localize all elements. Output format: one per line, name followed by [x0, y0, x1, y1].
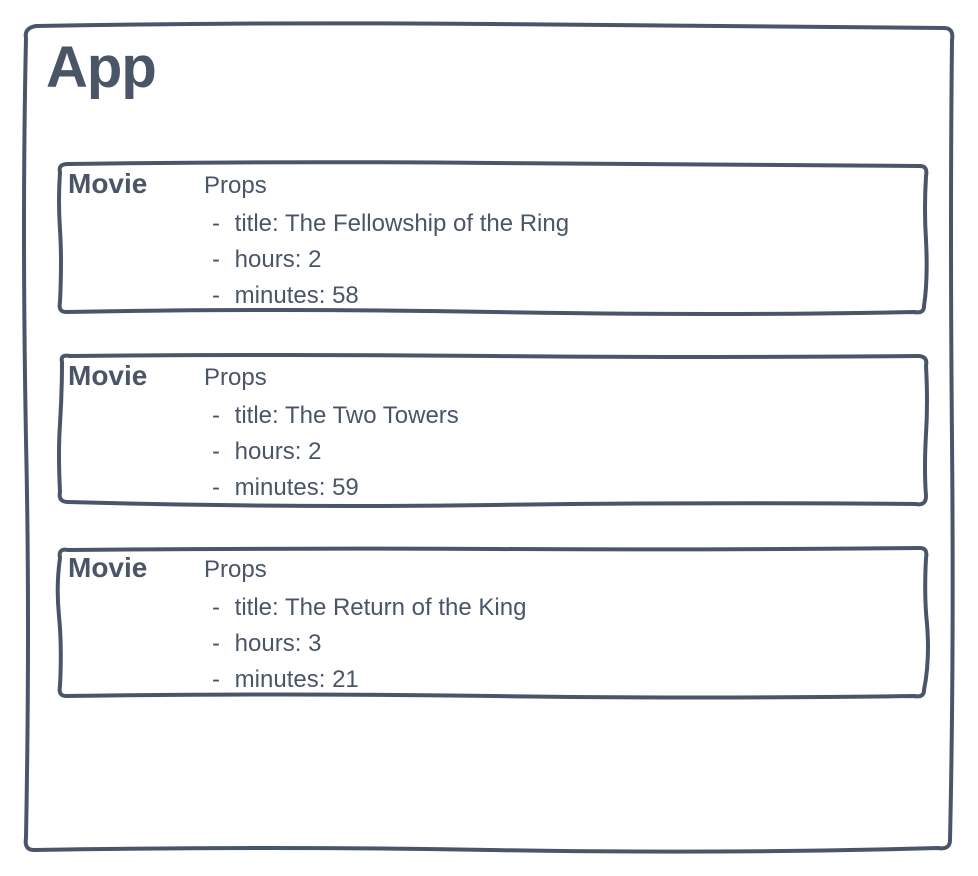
- prop-title-key: title: [235, 210, 272, 237]
- prop-title-line: - title: The Return of the King: [204, 590, 526, 626]
- prop-title-value: The Return of the King: [285, 594, 526, 621]
- prop-title-value: The Two Towers: [285, 402, 459, 429]
- movie-component-label: Movie: [68, 360, 147, 392]
- prop-title-key: title: [235, 594, 272, 621]
- prop-minutes-line: - minutes: 21: [204, 662, 526, 698]
- prop-hours-line: - hours: 2: [204, 434, 459, 470]
- prop-hours-key: hours: [235, 246, 295, 273]
- props-heading: Props: [204, 360, 459, 396]
- movies-list: Movie Props - title: The Fellowship of t…: [54, 160, 932, 702]
- movie-component-label: Movie: [68, 168, 147, 200]
- prop-minutes-line: - minutes: 58: [204, 278, 569, 314]
- movie-box-border: [54, 352, 932, 510]
- prop-title-line: - title: The Two Towers: [204, 398, 459, 434]
- prop-minutes-value: 58: [332, 282, 359, 309]
- prop-title-line: - title: The Fellowship of the Ring: [204, 206, 569, 242]
- prop-hours-key: hours: [235, 438, 295, 465]
- props-block: Props - title: The Two Towers - hours: 2…: [204, 360, 459, 506]
- prop-minutes-line: - minutes: 59: [204, 470, 459, 506]
- movie-component-label: Movie: [68, 552, 147, 584]
- prop-minutes-key: minutes: [235, 282, 319, 309]
- prop-minutes-value: 21: [332, 666, 359, 693]
- props-block: Props - title: The Return of the King - …: [204, 552, 526, 698]
- movie-component-box: Movie Props - title: The Fellowship of t…: [54, 160, 932, 318]
- prop-hours-value: 2: [308, 246, 321, 273]
- prop-hours-key: hours: [235, 630, 295, 657]
- prop-hours-value: 3: [308, 630, 321, 657]
- prop-hours-line: - hours: 2: [204, 242, 569, 278]
- prop-minutes-key: minutes: [235, 666, 319, 693]
- prop-title-value: The Fellowship of the Ring: [285, 210, 569, 237]
- props-heading: Props: [204, 552, 526, 588]
- movie-component-box: Movie Props - title: The Return of the K…: [54, 544, 932, 702]
- prop-title-key: title: [235, 402, 272, 429]
- props-heading: Props: [204, 168, 569, 204]
- props-block: Props - title: The Fellowship of the Rin…: [204, 168, 569, 314]
- app-title: App: [46, 34, 156, 101]
- prop-hours-line: - hours: 3: [204, 626, 526, 662]
- movie-component-box: Movie Props - title: The Two Towers - ho…: [54, 352, 932, 510]
- prop-minutes-value: 59: [332, 474, 359, 501]
- prop-hours-value: 2: [308, 438, 321, 465]
- app-component-box: App Movie Props - title: The Fellowship …: [20, 20, 958, 856]
- prop-minutes-key: minutes: [235, 474, 319, 501]
